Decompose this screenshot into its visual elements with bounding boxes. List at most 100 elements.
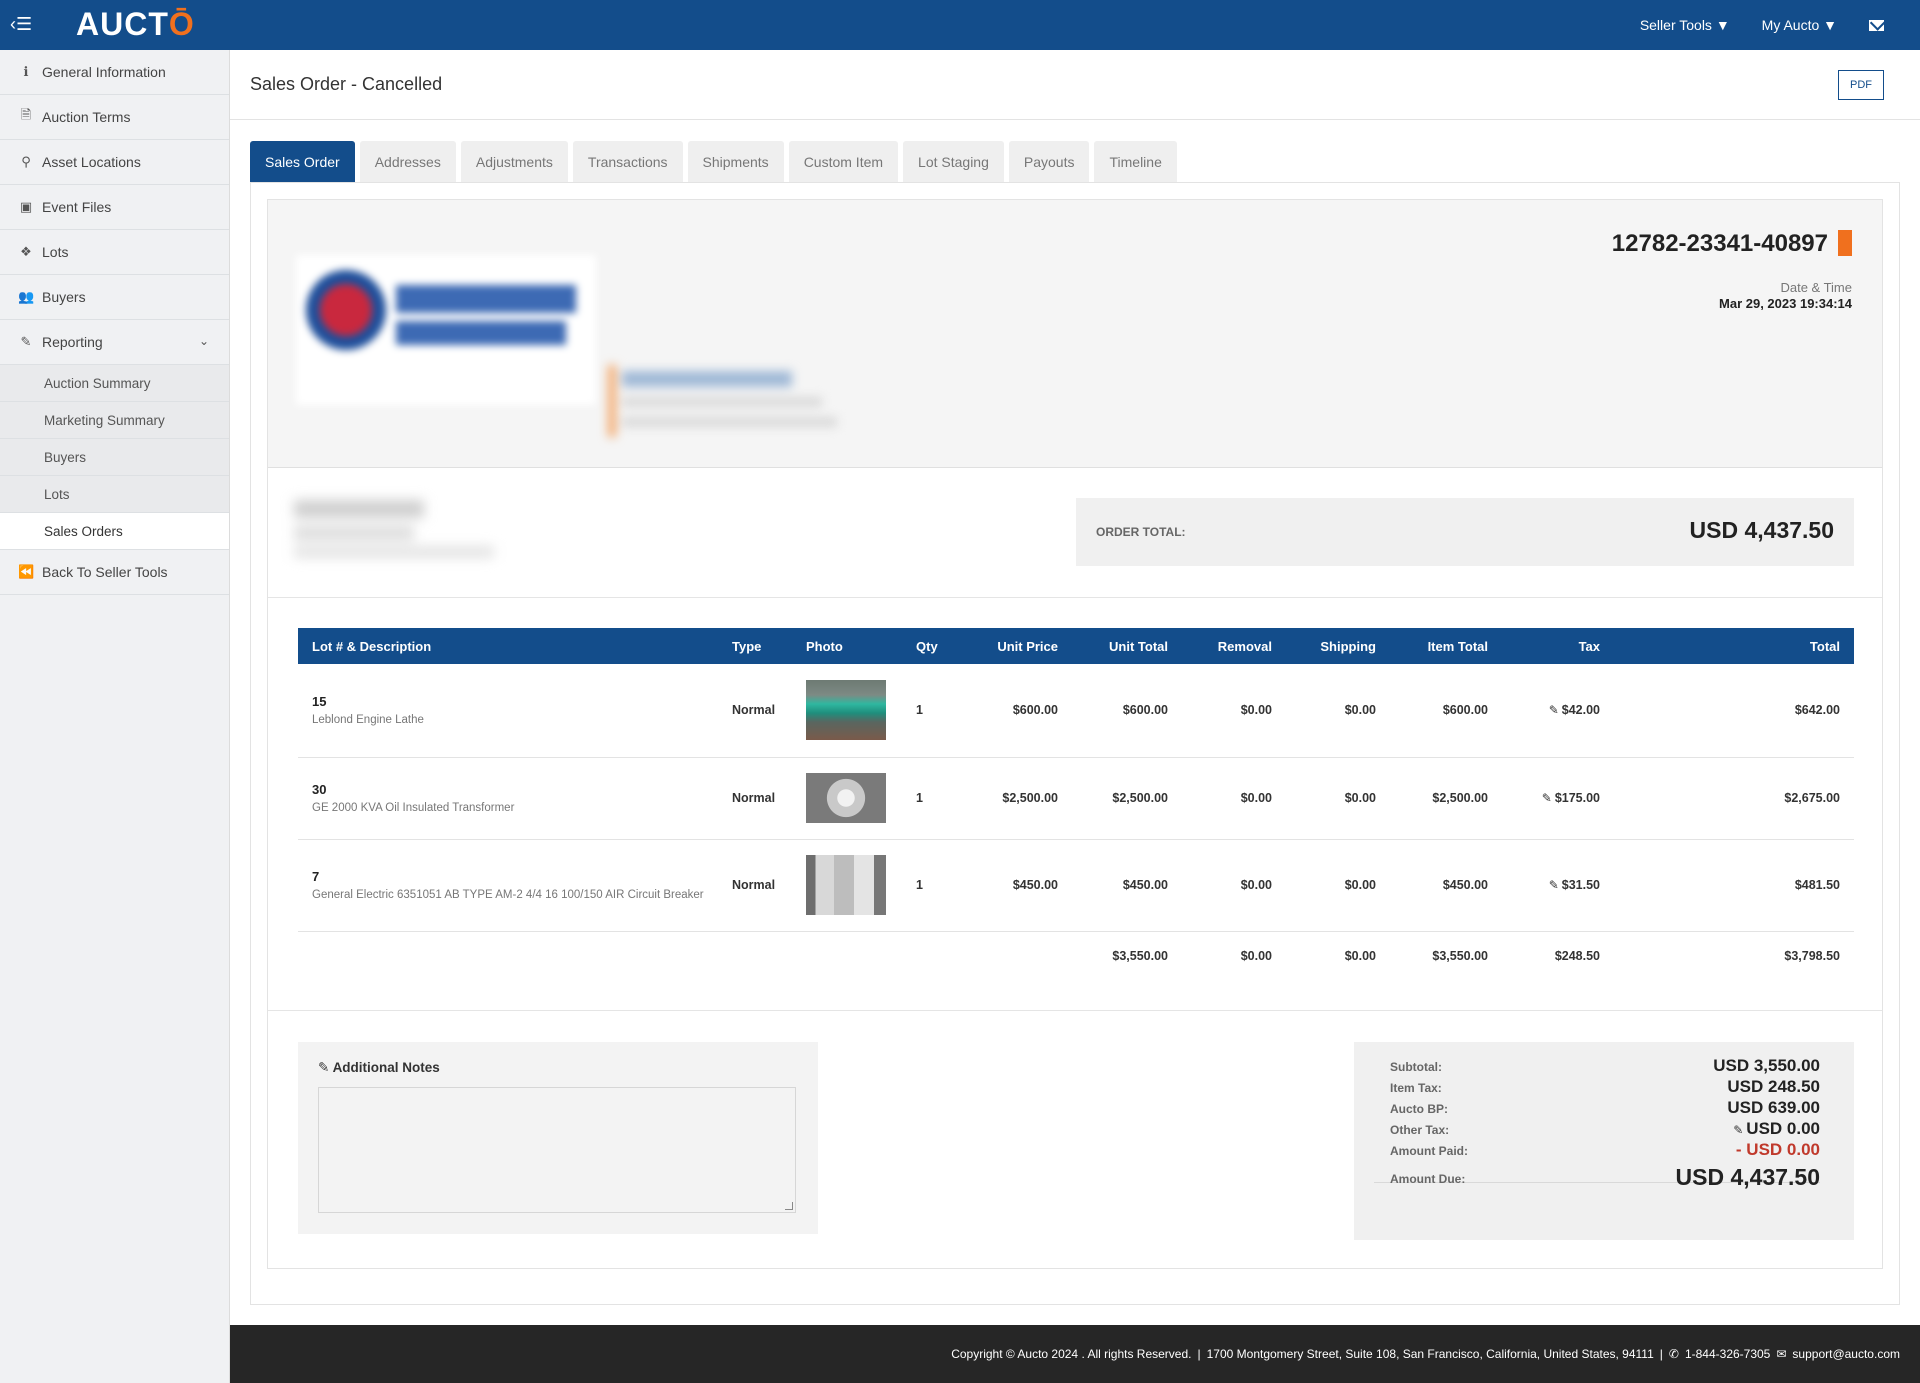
lot-number[interactable]: 30 — [312, 782, 704, 797]
unit-total-cell: $450.00 — [1072, 839, 1182, 932]
footer-divider: | — [1659, 1347, 1663, 1361]
document-icon: 🗎 — [20, 107, 32, 122]
empty-cell — [792, 931, 902, 981]
tab-addresses[interactable]: Addresses — [359, 141, 456, 183]
col-removal: Removal — [1182, 628, 1286, 664]
due-label: Amount Due: — [1390, 1172, 1466, 1186]
item-total-cell: $2,500.00 — [1390, 757, 1502, 840]
aucto-logo[interactable]: AUCTŌ — [76, 6, 195, 42]
tab-custom-item[interactable]: Custom Item — [788, 141, 899, 183]
address-line — [622, 371, 792, 387]
sidebar-item-lots[interactable]: ❖ Lots — [0, 230, 229, 275]
lot-cell: 15 Leblond Engine Lathe — [298, 664, 718, 758]
sidebar-subitem-buyers[interactable]: Buyers — [0, 439, 229, 476]
lot-number[interactable]: 7 — [312, 869, 704, 884]
payment-summary: Subtotal: USD 3,550.00 Item Tax: USD 248.5… — [1354, 1042, 1854, 1240]
lot-photo[interactable] — [806, 773, 886, 823]
resize-grip-icon[interactable] — [785, 1202, 793, 1210]
my-aucto-menu[interactable]: My Aucto ▼ — [1762, 17, 1837, 33]
sidebar-item-reporting[interactable]: ✎ Reporting ⌄ — [0, 320, 229, 365]
page-title: Sales Order - Cancelled — [250, 74, 443, 94]
tax-value: $175.00 — [1554, 791, 1600, 805]
empty-cell — [718, 931, 792, 981]
sales-order-card: 12782-23341-40897 Date & Time Mar 29, 20… — [267, 199, 1883, 1269]
line-items-table: Lot # & Description Type Photo Qty Unit … — [298, 628, 1854, 981]
address-accent-bar — [608, 365, 616, 437]
notes-textarea[interactable] — [318, 1087, 796, 1213]
edit-tax-pencil-icon[interactable]: ✎ — [1549, 703, 1559, 717]
footer-line: Copyright © Aucto 2024 . All rights Rese… — [951, 1347, 1900, 1361]
sidebar-item-asset-locations[interactable]: ⚲ Asset Locations — [0, 140, 229, 185]
notes-title: ✎ Additional Notes — [318, 1060, 440, 1076]
lot-photo[interactable] — [806, 680, 886, 741]
mail-icon: ✉ — [1776, 1347, 1787, 1361]
lot-number[interactable]: 15 — [312, 694, 704, 709]
seller-address-blurred — [608, 365, 838, 437]
pencil-icon: ✎ — [318, 1060, 333, 1075]
unit-price-cell: $600.00 — [962, 664, 1072, 758]
subtotal-label: Subtotal: — [1390, 1060, 1442, 1074]
lot-photo[interactable] — [806, 855, 886, 915]
sidebar-item-auction-terms[interactable]: 🗎 Auction Terms — [0, 95, 229, 140]
sidebar-subitem-auction-summary[interactable]: Auction Summary — [0, 365, 229, 402]
datetime-value: Mar 29, 2023 19:34:14 — [1719, 296, 1852, 311]
tax-cell: ✎ $31.50 — [1502, 839, 1614, 932]
sidebar-item-general-information[interactable]: ℹ General Information — [0, 50, 229, 95]
item-total-cell: $600.00 — [1390, 664, 1502, 758]
sidebar-item-event-files[interactable]: ▣ Event Files — [0, 185, 229, 230]
mail-button[interactable] — [1869, 19, 1884, 31]
sidebar-subitem-marketing-summary[interactable]: Marketing Summary — [0, 402, 229, 439]
lot-description: General Electric 6351051 AB TYPE AM-2 4/… — [312, 889, 704, 901]
tab-adjustments[interactable]: Adjustments — [460, 141, 568, 183]
shipping-cell: $0.00 — [1286, 757, 1390, 840]
address-line — [622, 397, 822, 407]
edit-tax-pencil-icon[interactable]: ✎ — [1542, 791, 1552, 805]
tab-payouts[interactable]: Payouts — [1008, 141, 1090, 183]
lot-description: GE 2000 KVA Oil Insulated Transformer — [312, 802, 515, 814]
sidebar-item-buyers[interactable]: 👥 Buyers — [0, 275, 229, 320]
sidebar-item-label: Asset Locations — [42, 154, 141, 170]
col-shipping: Shipping — [1286, 628, 1390, 664]
sidebar-subitem-lots[interactable]: Lots — [0, 476, 229, 513]
tab-transactions[interactable]: Transactions — [572, 141, 683, 183]
tax-value: $42.00 — [1561, 703, 1600, 718]
shipping-cell: $0.00 — [1286, 839, 1390, 932]
removal-cell: $0.00 — [1182, 757, 1286, 840]
page-header: Sales Order - Cancelled PDF — [230, 50, 1920, 120]
tab-sales-order[interactable]: Sales Order — [250, 141, 355, 183]
divider — [268, 1010, 1882, 1011]
total-cell: $481.50 — [1614, 839, 1854, 932]
bp-label: Aucto BP: — [1390, 1102, 1448, 1116]
col-type: Type — [718, 628, 792, 664]
subtotal-value: USD 3,550.00 — [1713, 1056, 1820, 1075]
double-left-icon: ⏪ — [18, 564, 35, 579]
sum-unit-total: $3,550.00 — [1112, 949, 1168, 964]
paid-label: Amount Paid: — [1390, 1144, 1468, 1158]
address-line — [622, 417, 837, 427]
table-totals-row: $3,550.00 $0.00 $0.00 $3,550.00 $248.50 … — [298, 931, 1854, 981]
tab-timeline[interactable]: Timeline — [1094, 141, 1177, 183]
tab-lot-staging[interactable]: Lot Staging — [903, 141, 1004, 183]
order-total-label: ORDER TOTAL: — [1096, 525, 1186, 539]
map-pin-icon: ⚲ — [21, 154, 31, 169]
footer-email[interactable]: support@aucto.com — [1792, 1347, 1900, 1361]
logo-main: AUCT — [76, 6, 169, 42]
other-tax-value: ✎ USD 0.00 — [1733, 1119, 1820, 1139]
sidebar-item-label: Event Files — [42, 199, 112, 215]
menu-toggle-icon[interactable]: ‹☰ — [10, 14, 32, 34]
tab-shipments[interactable]: Shipments — [687, 141, 784, 183]
sidebar-item-back-to-seller-tools[interactable]: ⏪ Back To Seller Tools — [0, 550, 229, 595]
tab-bar: Sales Order Addresses Adjustments Transa… — [250, 141, 1177, 183]
sidebar-subitem-sales-orders[interactable]: Sales Orders — [0, 513, 229, 550]
edit-tax-pencil-icon[interactable]: ✎ — [1549, 878, 1559, 892]
edit-other-tax-pencil-icon[interactable]: ✎ — [1733, 1123, 1743, 1137]
seller-tools-menu[interactable]: Seller Tools ▼ — [1640, 17, 1730, 33]
order-number: 12782-23341-40897 — [1611, 230, 1828, 257]
pdf-button[interactable]: PDF — [1838, 70, 1884, 100]
top-bar: ‹☰ AUCTŌ Seller Tools ▼ My Aucto ▼ — [0, 0, 1920, 50]
order-total-value: USD 4,437.50 — [1689, 517, 1834, 543]
footer-phone[interactable]: 1-844-326-7305 — [1685, 1347, 1770, 1361]
unit-total-cell: $600.00 — [1072, 664, 1182, 758]
type-cell: Normal — [718, 839, 792, 932]
tax-cell: ✎ $175.00 — [1502, 757, 1614, 840]
